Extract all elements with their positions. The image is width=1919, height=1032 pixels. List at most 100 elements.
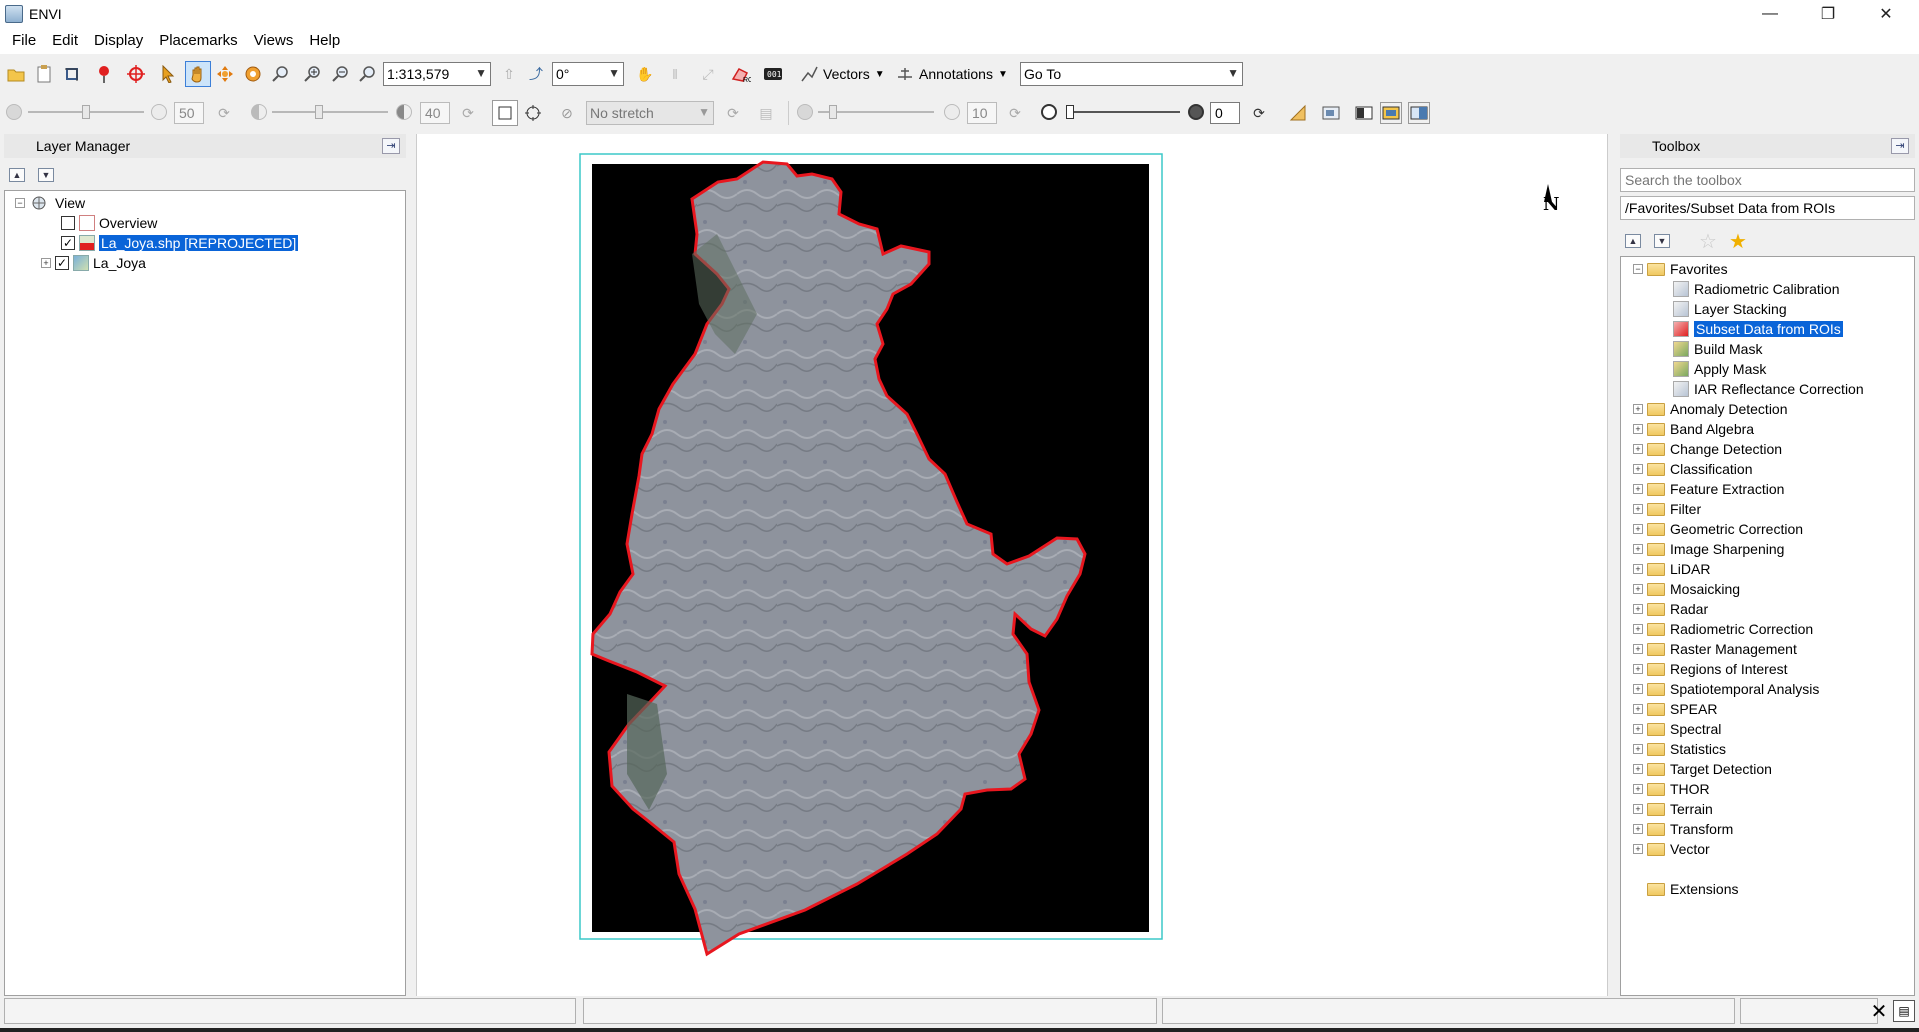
zoom-full-icon[interactable] bbox=[357, 63, 379, 85]
reset-contrast-icon[interactable]: ⟳ bbox=[457, 102, 479, 124]
expand-icon[interactable]: + bbox=[1633, 564, 1643, 574]
expand-icon[interactable]: + bbox=[1633, 704, 1643, 714]
tree-node-folder[interactable]: + Transform bbox=[1633, 819, 1733, 839]
measure-icon[interactable] bbox=[1287, 102, 1309, 124]
tool-layer-stacking[interactable]: Layer Stacking bbox=[1673, 299, 1787, 319]
tool-iar-reflectance-correction[interactable]: IAR Reflectance Correction bbox=[1673, 379, 1864, 399]
brightness-value[interactable]: 50 bbox=[174, 102, 204, 124]
stretch-view-icon[interactable] bbox=[522, 102, 544, 124]
pan-hand-icon[interactable] bbox=[185, 61, 211, 87]
transparency-slider-track[interactable] bbox=[1068, 111, 1180, 113]
process-manager-icon[interactable]: ▤ bbox=[1893, 1000, 1915, 1022]
menu-file[interactable]: File bbox=[4, 28, 44, 54]
expand-icon[interactable]: + bbox=[1633, 764, 1643, 774]
tree-node-favorites[interactable]: − Favorites bbox=[1633, 259, 1728, 279]
placemark-pin-icon[interactable] bbox=[93, 63, 115, 85]
expand-icon[interactable]: + bbox=[1633, 404, 1643, 414]
reset-sharpen-icon[interactable]: ⟳ bbox=[1004, 102, 1026, 124]
reset-brightness-icon[interactable]: ⟳ bbox=[213, 102, 235, 124]
brightness-slider-knob[interactable] bbox=[82, 105, 90, 119]
vectors-dropdown[interactable]: Vectors ▼ bbox=[800, 62, 885, 86]
expand-icon[interactable]: + bbox=[1633, 724, 1643, 734]
rotate-arrow-icon[interactable]: ⤴ bbox=[525, 63, 547, 85]
tree-node-folder[interactable]: + Spectral bbox=[1633, 719, 1721, 739]
open-folder-icon[interactable] bbox=[5, 63, 27, 85]
expand-icon[interactable]: + bbox=[1633, 484, 1643, 494]
expand-icon[interactable]: + bbox=[1633, 644, 1643, 654]
image-view[interactable]: N bbox=[416, 134, 1608, 996]
raster-layer-checkbox[interactable]: ✓ bbox=[55, 256, 69, 270]
cancel-process-icon[interactable]: ✕ bbox=[1868, 1000, 1890, 1023]
menu-views[interactable]: Views bbox=[246, 28, 302, 54]
tree-node-folder[interactable]: + Statistics bbox=[1633, 739, 1726, 759]
roi-tool-icon[interactable]: ROI bbox=[730, 63, 752, 85]
data-manager-icon[interactable] bbox=[33, 63, 55, 85]
tree-node-view[interactable]: − View bbox=[15, 193, 85, 213]
zoom-box-icon[interactable] bbox=[270, 63, 292, 85]
view-split-icon[interactable] bbox=[1408, 102, 1430, 124]
expand-icon[interactable]: + bbox=[1633, 584, 1643, 594]
contrast-slider-knob[interactable] bbox=[315, 105, 323, 119]
tree-node-folder[interactable]: + Filter bbox=[1633, 499, 1701, 519]
tree-node-folder[interactable]: + Terrain bbox=[1633, 799, 1713, 819]
tree-node-folder[interactable]: + LiDAR bbox=[1633, 559, 1710, 579]
rotate-north-icon[interactable]: ⇧ bbox=[498, 63, 520, 85]
blend-icon[interactable]: ‖ bbox=[664, 63, 686, 85]
minimize-button[interactable]: — bbox=[1741, 0, 1799, 28]
stretch-off-icon[interactable]: ⊘ bbox=[556, 102, 578, 124]
overview-checkbox[interactable] bbox=[61, 216, 75, 230]
contrast-value[interactable]: 40 bbox=[420, 102, 450, 124]
tree-node-folder[interactable]: + Change Detection bbox=[1633, 439, 1782, 459]
sharpen-value[interactable]: 10 bbox=[967, 102, 997, 124]
expand-icon[interactable]: + bbox=[1633, 744, 1643, 754]
expand-icon[interactable]: + bbox=[1633, 544, 1643, 554]
expand-icon[interactable]: + bbox=[1633, 804, 1643, 814]
contrast-slider-track[interactable] bbox=[272, 111, 388, 113]
annotations-dropdown[interactable]: Annotations ▼ bbox=[896, 62, 1008, 86]
expand-icon[interactable]: + bbox=[1633, 824, 1643, 834]
reset-transparency-icon[interactable]: ⟳ bbox=[1248, 102, 1270, 124]
tool-radiometric-calibration[interactable]: Radiometric Calibration bbox=[1673, 279, 1840, 299]
tool-subset-data-from-rois[interactable]: Subset Data from ROIs bbox=[1673, 319, 1843, 339]
tree-node-folder[interactable]: + Anomaly Detection bbox=[1633, 399, 1788, 419]
counter-icon[interactable]: 001 bbox=[762, 63, 784, 85]
zoom-in-icon[interactable] bbox=[302, 63, 324, 85]
stretch-combo[interactable]: No stretch ▼ bbox=[586, 101, 714, 125]
tree-node-folder[interactable]: + Radar bbox=[1633, 599, 1708, 619]
rotation-combo[interactable]: 0° ▼ bbox=[552, 62, 624, 86]
add-favorite-star-icon[interactable]: ★ bbox=[1727, 230, 1749, 253]
expand-icon[interactable]: + bbox=[1633, 604, 1643, 614]
maximize-button[interactable]: ❐ bbox=[1799, 0, 1857, 28]
expand-icon[interactable]: + bbox=[1633, 664, 1643, 674]
expand-icon[interactable]: + bbox=[1633, 464, 1643, 474]
goto-combo[interactable]: Go To ▼ bbox=[1020, 62, 1243, 86]
collapse-icon[interactable]: − bbox=[1633, 264, 1643, 274]
select-arrow-icon[interactable] bbox=[157, 63, 179, 85]
tree-node-folder[interactable]: + Mosaicking bbox=[1633, 579, 1740, 599]
tree-node-folder[interactable]: + THOR bbox=[1633, 779, 1710, 799]
collapse-all-icon[interactable]: ▲ bbox=[9, 168, 25, 182]
expand-icon[interactable]: + bbox=[1633, 844, 1643, 854]
vector-layer-checkbox[interactable]: ✓ bbox=[61, 236, 75, 250]
tree-node-vector-layer[interactable]: ✓ La_Joya.shp [REPROJECTED] bbox=[61, 233, 299, 253]
close-button[interactable]: ✕ bbox=[1857, 0, 1915, 28]
tree-node-folder[interactable]: + Vector bbox=[1633, 839, 1710, 859]
expand-icon[interactable]: + bbox=[1633, 424, 1643, 434]
tree-node-raster-layer[interactable]: + ✓ La_Joya bbox=[41, 253, 146, 273]
expand-all-icon[interactable]: ▼ bbox=[1654, 234, 1670, 248]
expand-icon[interactable]: + bbox=[1633, 444, 1643, 454]
expand-icon[interactable]: + bbox=[1633, 784, 1643, 794]
tree-node-folder[interactable]: + Image Sharpening bbox=[1633, 539, 1784, 559]
expand-icon[interactable]: + bbox=[1633, 504, 1643, 514]
tree-node-folder[interactable]: + Target Detection bbox=[1633, 759, 1772, 779]
tree-node-overview[interactable]: Overview bbox=[61, 213, 157, 233]
tree-node-extensions[interactable]: Extensions bbox=[1647, 879, 1738, 899]
menu-help[interactable]: Help bbox=[301, 28, 348, 54]
image-chip-icon[interactable] bbox=[1320, 102, 1342, 124]
tree-node-folder[interactable]: + Band Algebra bbox=[1633, 419, 1754, 439]
tool-apply-mask[interactable]: Apply Mask bbox=[1673, 359, 1766, 379]
sharpen-slider-knob[interactable] bbox=[829, 105, 837, 119]
tree-node-folder[interactable]: + Feature Extraction bbox=[1633, 479, 1784, 499]
collapse-all-icon[interactable]: ▲ bbox=[1625, 234, 1641, 248]
view-single-icon[interactable] bbox=[1353, 102, 1375, 124]
